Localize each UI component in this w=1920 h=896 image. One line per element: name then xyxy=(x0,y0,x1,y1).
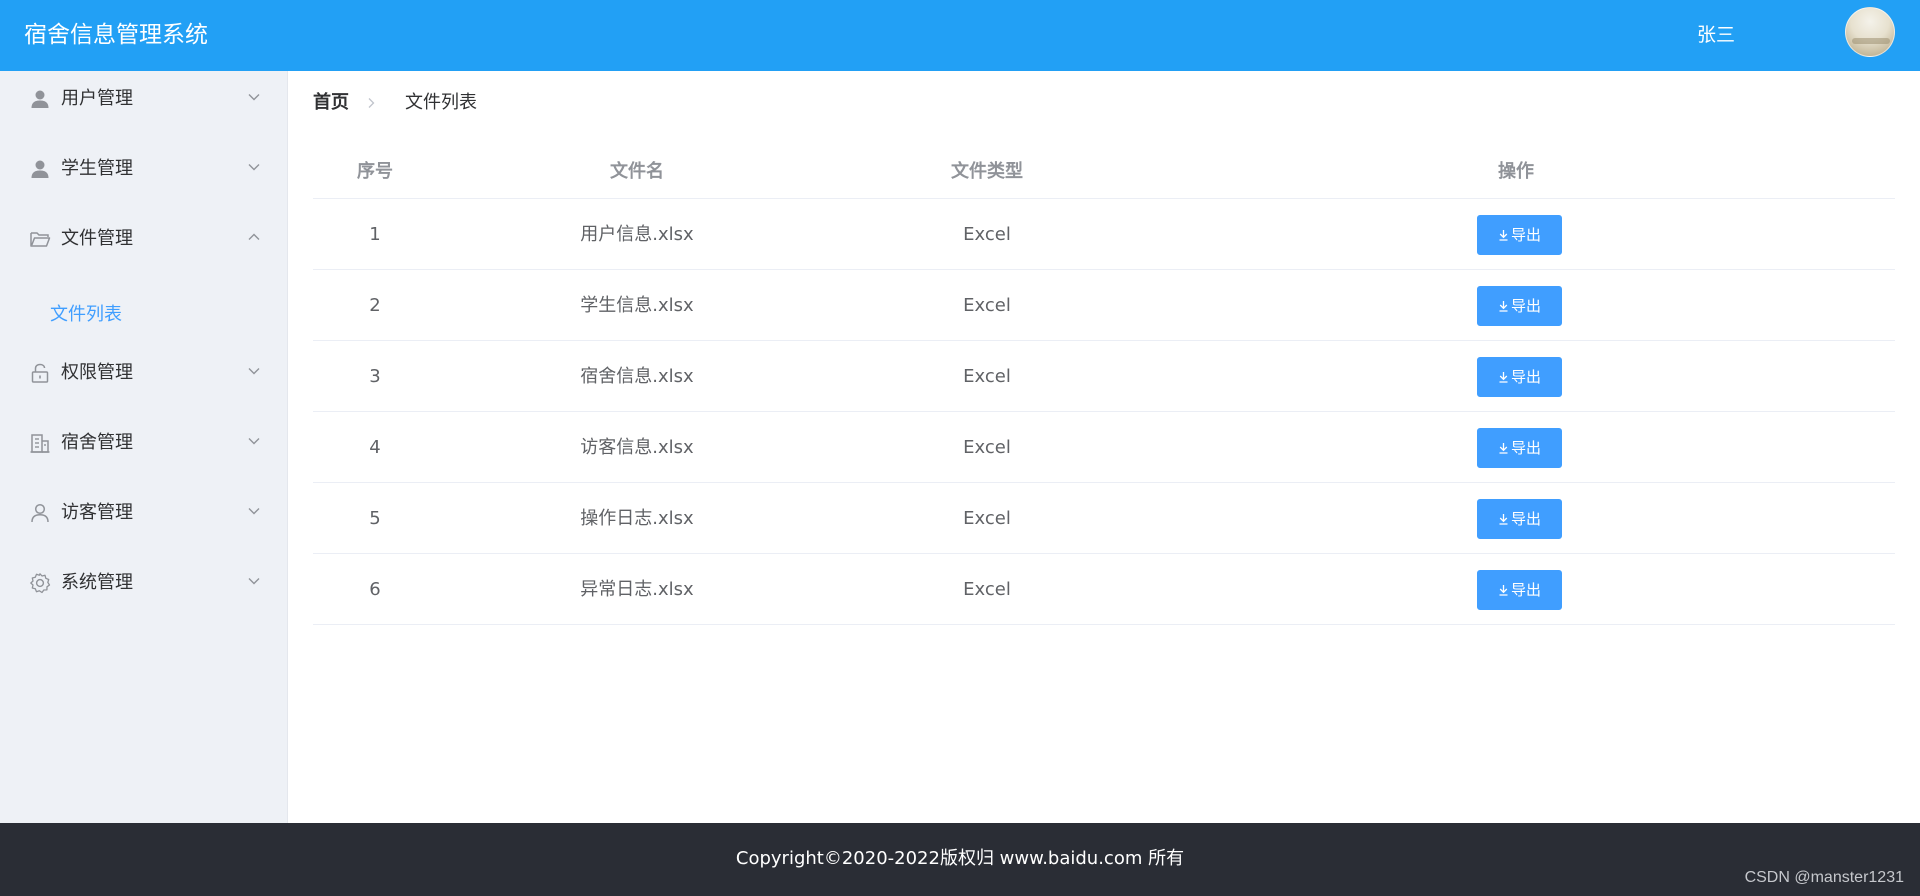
sidebar-item-label: 权限管理 xyxy=(61,362,133,383)
chevron-down-icon xyxy=(248,508,260,515)
cell-filetype: Excel xyxy=(963,295,1011,316)
export-button-label: 导出 xyxy=(1510,368,1541,386)
sidebar-item-file-management[interactable]: 文件管理 xyxy=(0,211,288,267)
chevron-down-icon xyxy=(248,368,260,375)
user-outline-icon xyxy=(31,503,49,523)
cell-filename: 异常日志.xlsx xyxy=(580,579,694,600)
download-icon xyxy=(1499,514,1508,525)
column-header-filetype: 文件类型 xyxy=(951,161,1023,182)
export-button[interactable]: 导出 xyxy=(1477,428,1562,468)
sidebar-item-label: 文件管理 xyxy=(61,228,133,249)
sidebar-item-label: 系统管理 xyxy=(61,572,133,593)
lock-icon xyxy=(31,363,49,383)
cell-filename: 学生信息.xlsx xyxy=(580,295,694,316)
sidebar-item-visitor-management[interactable]: 访客管理 xyxy=(0,485,288,541)
breadcrumb-home[interactable]: 首页 xyxy=(313,91,349,115)
cell-filename: 操作日志.xlsx xyxy=(580,508,694,529)
chevron-right-icon xyxy=(368,98,375,108)
avatar[interactable] xyxy=(1845,7,1895,57)
sidebar-item-label: 用户管理 xyxy=(61,88,133,109)
user-solid-icon xyxy=(31,90,49,108)
download-icon xyxy=(1499,301,1508,312)
chevron-up-icon xyxy=(248,233,260,240)
office-building-icon xyxy=(30,434,50,453)
cell-index: 5 xyxy=(369,508,381,529)
sidebar-item-label: 访客管理 xyxy=(61,502,133,523)
folder-open-icon xyxy=(30,232,51,247)
export-button[interactable]: 导出 xyxy=(1477,357,1562,397)
sidebar-item-label: 宿舍管理 xyxy=(61,432,133,453)
download-icon xyxy=(1499,585,1508,596)
table-row: 5 操作日志.xlsx Excel 导出 xyxy=(313,483,1895,554)
chevron-down-icon xyxy=(248,164,260,171)
export-button[interactable]: 导出 xyxy=(1477,570,1562,610)
cell-index: 1 xyxy=(369,224,381,245)
table-row: 2 学生信息.xlsx Excel 导出 xyxy=(313,270,1895,341)
sidebar-item-student-management[interactable]: 学生管理 xyxy=(0,141,288,197)
cell-index: 6 xyxy=(369,579,381,600)
table-row: 4 访客信息.xlsx Excel 导出 xyxy=(313,412,1895,483)
cell-filetype: Excel xyxy=(963,366,1011,387)
sidebar-menu: 用户管理 学生管理 文件管理 文件列表 权限管理 宿舍管理 访客管理 系统管理 xyxy=(0,71,288,823)
cell-index: 4 xyxy=(369,437,381,458)
table-row: 3 宿舍信息.xlsx Excel 导出 xyxy=(313,341,1895,412)
sidebar-item-dorm-management[interactable]: 宿舍管理 xyxy=(0,415,288,471)
export-button-label: 导出 xyxy=(1510,297,1541,315)
column-header-actions: 操作 xyxy=(1498,161,1534,182)
cell-filetype: Excel xyxy=(963,579,1011,600)
watermark-text: CSDN @manster1231 xyxy=(1744,869,1904,886)
export-button[interactable]: 导出 xyxy=(1477,499,1562,539)
sidebar-subitem-label: 文件列表 xyxy=(50,304,122,325)
table-row: 1 用户信息.xlsx Excel 导出 xyxy=(313,199,1895,270)
cell-index: 3 xyxy=(369,366,381,387)
export-button[interactable]: 导出 xyxy=(1477,215,1562,255)
chevron-down-icon xyxy=(248,438,260,445)
export-button-label: 导出 xyxy=(1510,439,1541,457)
top-header: 宿舍信息管理系统 张三 xyxy=(0,0,1920,71)
app-title: 宿舍信息管理系统 xyxy=(24,22,208,48)
export-button-label: 导出 xyxy=(1510,581,1541,599)
sidebar-subitem-file-list[interactable]: 文件列表 xyxy=(0,287,288,343)
column-header-index: 序号 xyxy=(357,161,393,182)
user-name[interactable]: 张三 xyxy=(1697,22,1735,48)
cell-filename: 用户信息.xlsx xyxy=(580,224,694,245)
sidebar-item-system-management[interactable]: 系统管理 xyxy=(0,555,288,611)
sidebar-item-permission-management[interactable]: 权限管理 xyxy=(0,345,288,401)
column-header-filename: 文件名 xyxy=(610,161,664,182)
sidebar-item-user-management[interactable]: 用户管理 xyxy=(0,71,288,127)
download-icon xyxy=(1499,372,1508,383)
cell-filename: 宿舍信息.xlsx xyxy=(580,366,694,387)
export-button[interactable]: 导出 xyxy=(1477,286,1562,326)
chevron-down-icon xyxy=(248,578,260,585)
cell-filetype: Excel xyxy=(963,224,1011,245)
sidebar-item-label: 学生管理 xyxy=(61,158,133,179)
export-button-label: 导出 xyxy=(1510,226,1541,244)
cell-filetype: Excel xyxy=(963,437,1011,458)
chevron-down-icon xyxy=(248,94,260,101)
page-footer: Copyright©2020-2022版权归 www.baidu.com 所有 … xyxy=(0,823,1920,896)
download-icon xyxy=(1499,230,1508,241)
user-solid-icon xyxy=(31,160,49,178)
table-row: 6 异常日志.xlsx Excel 导出 xyxy=(313,554,1895,625)
cell-filetype: Excel xyxy=(963,508,1011,529)
cell-index: 2 xyxy=(369,295,381,316)
setting-icon xyxy=(30,573,51,594)
download-icon xyxy=(1499,443,1508,454)
export-button-label: 导出 xyxy=(1510,510,1541,528)
file-table: 序号 文件名 文件类型 操作 1 用户信息.xlsx Excel 导出 2 学生… xyxy=(313,144,1895,625)
cell-filename: 访客信息.xlsx xyxy=(580,437,694,458)
main-content: 首页 文件列表 序号 文件名 文件类型 操作 1 用户信息.xlsx Excel… xyxy=(289,71,1920,823)
copyright-text: Copyright©2020-2022版权归 www.baidu.com 所有 xyxy=(735,848,1185,869)
table-header: 序号 文件名 文件类型 操作 xyxy=(313,144,1895,199)
breadcrumb-current: 文件列表 xyxy=(405,92,477,113)
